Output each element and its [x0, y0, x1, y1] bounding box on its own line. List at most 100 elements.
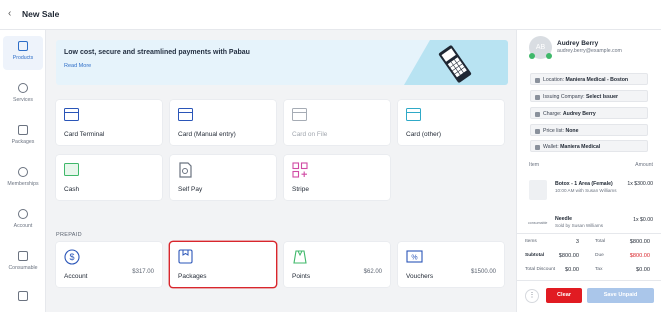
- dollar-icon: $: [64, 249, 80, 265]
- payment-card-on-file: Card on File: [284, 100, 390, 145]
- prepaid-amount: $317.00: [132, 269, 154, 275]
- payment-label: Self Pay: [178, 186, 203, 193]
- status-dot-icon: [529, 53, 535, 59]
- prepaid-heading: PREPAID: [56, 232, 82, 238]
- total-label: Total: [595, 239, 606, 244]
- prepaid-label: Vouchers: [406, 273, 434, 280]
- field-key: Location:: [543, 77, 566, 83]
- sidebar-item-consumable[interactable]: Consumable: [3, 246, 43, 280]
- payment-label: Cash: [64, 186, 80, 193]
- svg-text:$: $: [69, 252, 74, 262]
- payment-self-pay[interactable]: Self Pay: [170, 155, 276, 200]
- more-icon: [18, 291, 28, 301]
- package-icon: [178, 249, 193, 264]
- sidebar-item-label: Account: [13, 223, 33, 229]
- back-arrow-icon[interactable]: ‹: [8, 8, 11, 19]
- tax-value: $0.00: [636, 267, 650, 273]
- prepaid-amount: $1500.00: [470, 269, 496, 275]
- item-column-header: Item: [529, 162, 540, 168]
- client-email: audrey.berry@example.com: [557, 48, 622, 54]
- wallet-field[interactable]: Wallet: Maniera Medical: [530, 140, 648, 152]
- sidebar-item-memberships[interactable]: Memberships: [3, 162, 43, 196]
- more-options-button[interactable]: ⋮: [525, 289, 539, 303]
- field-key: Wallet:: [543, 144, 561, 150]
- prepaid-label: Account: [64, 273, 88, 280]
- charge-field[interactable]: Charge: Audrey Berry: [530, 107, 648, 119]
- packages-icon: [18, 125, 28, 135]
- card-icon: [406, 108, 421, 121]
- field-value: Select Issuer: [585, 94, 618, 100]
- prepaid-account[interactable]: $ Account $317.00: [56, 242, 162, 287]
- services-icon: [18, 83, 28, 93]
- page-title: New Sale: [22, 9, 60, 19]
- client-name[interactable]: Audrey Berry: [557, 40, 598, 47]
- payment-card-other[interactable]: Card (other): [398, 100, 504, 145]
- cart-item-name[interactable]: Botox - 1 Area (Female): [555, 181, 613, 187]
- promo-banner: Low cost, secure and streamlined payment…: [56, 40, 508, 85]
- clear-button[interactable]: Clear: [546, 288, 582, 303]
- card-icon: [178, 108, 193, 121]
- location-field[interactable]: Location: Maniera Medical - Boston: [530, 73, 648, 85]
- sidebar-item-label: Consumable: [8, 265, 38, 271]
- subtotal-value: $800.00: [558, 253, 579, 259]
- self-pay-icon: [179, 162, 192, 178]
- price-list-field[interactable]: Price list: None: [530, 124, 648, 136]
- due-value: $800.00: [629, 253, 650, 259]
- sidebar-item-label: Products: [12, 55, 34, 61]
- divider: [517, 280, 661, 281]
- issuing-company-field[interactable]: Issuing Company: Select Issuer: [530, 90, 648, 102]
- subtotal-label: Subtotal: [525, 253, 545, 258]
- prepaid-label: Packages: [178, 273, 207, 280]
- payment-label: Stripe: [292, 186, 309, 193]
- cart-item-sub: 10:00 AM with Susan Williams: [555, 188, 617, 193]
- checkout-panel: AB Audrey Berry audrey.berry@example.com…: [516, 30, 661, 312]
- cart-item-name[interactable]: Needle: [555, 216, 572, 222]
- wallet-icon: [535, 144, 540, 150]
- field-key: Price list:: [543, 128, 566, 134]
- prepaid-amount: $62.00: [363, 269, 382, 275]
- sidebar-item-label: Services: [13, 97, 33, 103]
- card-icon: [292, 108, 307, 121]
- location-icon: [535, 77, 540, 83]
- payment-label: Card (other): [406, 131, 442, 138]
- price-list-icon: [535, 128, 540, 134]
- read-more-link[interactable]: Read More: [64, 63, 91, 69]
- prepaid-points[interactable]: Points $62.00: [284, 242, 390, 287]
- total-value: $800.00: [629, 239, 650, 245]
- save-unpaid-button[interactable]: Save Unpaid: [587, 288, 654, 303]
- field-value: None: [565, 128, 579, 134]
- items-label: Items: [525, 239, 537, 244]
- tax-label: Tax: [595, 267, 603, 272]
- sidebar-item-account[interactable]: Account: [3, 204, 43, 238]
- sidebar-item-label: Memberships: [7, 181, 39, 187]
- prepaid-packages[interactable]: Packages: [170, 242, 276, 287]
- payment-card-manual[interactable]: Card (Manual entry): [170, 100, 276, 145]
- field-key: Issuing Company:: [543, 94, 586, 100]
- field-value: Maniera Medical - Boston: [565, 77, 629, 83]
- amount-column-header: Amount: [635, 162, 653, 168]
- sidebar-item-packages[interactable]: Packages: [3, 120, 43, 154]
- payment-stripe[interactable]: Stripe: [284, 155, 390, 200]
- items-value: 3: [575, 239, 579, 245]
- charge-icon: [535, 111, 540, 117]
- divider: [517, 233, 661, 234]
- payment-label: Card Terminal: [64, 131, 105, 138]
- payment-card-terminal[interactable]: Card Terminal: [56, 100, 162, 145]
- field-value: Audrey Berry: [562, 111, 596, 117]
- sidebar-item-products[interactable]: Products: [3, 36, 43, 70]
- cart-item-sub: Sold by Susan Williams: [555, 223, 603, 228]
- svg-text:%: %: [411, 255, 417, 262]
- banner-headline: Low cost, secure and streamlined payment…: [64, 49, 250, 56]
- card-icon: [64, 108, 79, 121]
- memberships-icon: [18, 167, 28, 177]
- status-dot-icon: [546, 53, 552, 59]
- consumable-icon: [18, 251, 28, 261]
- field-value: Maniera Medical: [560, 144, 601, 150]
- payment-cash[interactable]: Cash: [56, 155, 162, 200]
- sidebar-item-services[interactable]: Services: [3, 78, 43, 112]
- top-bar: ‹ New Sale: [0, 0, 661, 30]
- prepaid-vouchers[interactable]: % Vouchers $1500.00: [398, 242, 504, 287]
- sidebar-item-more[interactable]: [3, 288, 43, 304]
- card-terminal-icon: [438, 45, 472, 83]
- cart-item-amount: 1x $300.00: [627, 181, 653, 187]
